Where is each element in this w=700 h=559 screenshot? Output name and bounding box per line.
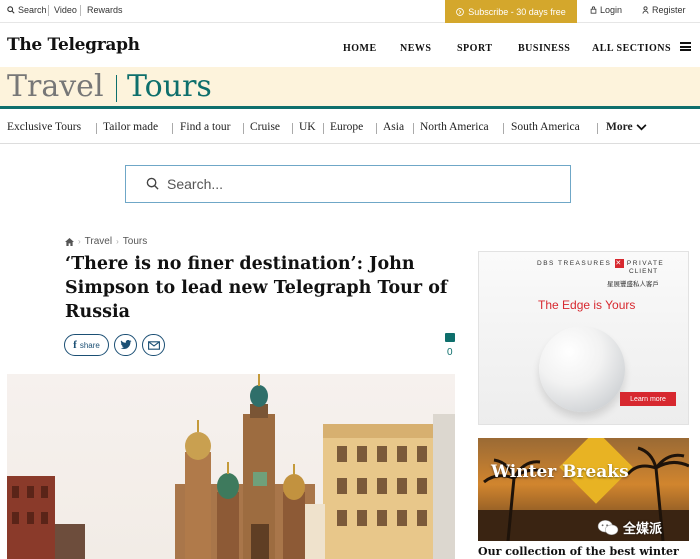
facebook-share-button[interactable]: f share: [64, 334, 109, 356]
crystal-ball-image: [539, 326, 625, 412]
dbs-advert[interactable]: DBS TREASURES ✕ PRIVATE CLIENT 星展豐盛私人客戶 …: [478, 251, 689, 425]
dbs-x-icon: ✕: [614, 259, 624, 268]
st-petersburg-cathedral-image: [7, 374, 455, 559]
divider: [243, 123, 244, 134]
nav-home[interactable]: HOME: [343, 43, 377, 54]
search-icon: [146, 177, 159, 190]
divider: [503, 123, 504, 134]
subnav-uk[interactable]: UK: [299, 121, 316, 133]
divider: [96, 123, 97, 134]
section-travel[interactable]: Travel: [7, 69, 104, 104]
breadcrumb: › Travel › Tours: [65, 236, 147, 247]
subnav-south-america[interactable]: South America: [511, 121, 580, 133]
telegraph-logo[interactable]: The Telegraph: [7, 35, 140, 55]
wechat-icon: [597, 519, 619, 535]
breadcrumb-tours[interactable]: Tours: [123, 236, 147, 247]
register-link[interactable]: Register: [642, 5, 686, 15]
subnav-find-a-tour[interactable]: Find a tour: [180, 121, 230, 133]
divider: [323, 123, 324, 134]
search-link[interactable]: Search: [7, 5, 47, 15]
divider: [292, 123, 293, 134]
article-hero-image: [7, 374, 455, 559]
chevron-right-icon: ›: [78, 237, 81, 246]
login-link[interactable]: Login: [590, 5, 622, 15]
search-icon: [7, 6, 15, 14]
home-icon[interactable]: [65, 237, 74, 246]
divider: [413, 123, 414, 134]
chevron-down-icon: [636, 123, 647, 130]
nav-sport[interactable]: SPORT: [457, 43, 493, 54]
nav-news[interactable]: NEWS: [400, 43, 431, 54]
dbs-tagline: The Edge is Yours: [538, 298, 636, 312]
user-icon: [642, 6, 649, 14]
learn-more-button[interactable]: Learn more: [620, 392, 676, 406]
winter-collection-link[interactable]: Our collection of the best winter: [478, 545, 679, 558]
twitter-share-button[interactable]: [114, 334, 137, 356]
subnav-north-america[interactable]: North America: [420, 121, 489, 133]
breadcrumb-travel[interactable]: Travel: [85, 236, 112, 247]
winter-breaks-title: Winter Breaks: [491, 462, 629, 482]
subnav-more[interactable]: More: [606, 121, 647, 133]
comment-icon[interactable]: [445, 333, 455, 342]
section-header: Travel Tours: [0, 67, 700, 109]
search-input[interactable]: [167, 172, 557, 196]
subnav-europe[interactable]: Europe: [330, 121, 363, 133]
twitter-icon: [120, 340, 131, 350]
subnav-asia[interactable]: Asia: [383, 121, 404, 133]
divider: [116, 75, 117, 102]
divider: [48, 5, 49, 16]
article-headline: ‘There is no finer destination’: John Si…: [65, 254, 448, 322]
tours-subnav: Exclusive Tours Tailor made Find a tour …: [0, 112, 700, 144]
envelope-icon: [147, 340, 160, 350]
subnav-tailor-made[interactable]: Tailor made: [103, 121, 158, 133]
subscribe-button[interactable]: Subscribe - 30 days free: [445, 0, 577, 23]
rewards-link[interactable]: Rewards: [87, 5, 123, 15]
subnav-exclusive-tours[interactable]: Exclusive Tours: [7, 121, 81, 133]
lock-icon: [590, 6, 597, 14]
divider: [376, 123, 377, 134]
email-share-button[interactable]: [142, 334, 165, 356]
facebook-icon: f: [73, 339, 77, 351]
chevron-right-icon: ›: [116, 237, 119, 246]
section-tours[interactable]: Tours: [127, 69, 212, 104]
hamburger-menu-icon[interactable]: [680, 42, 691, 51]
comment-count[interactable]: 0: [447, 347, 453, 358]
watermark: 全媒派: [597, 518, 662, 537]
subnav-cruise[interactable]: Cruise: [250, 121, 280, 133]
nav-all-sections[interactable]: ALL SECTIONS: [592, 43, 671, 54]
masthead: The Telegraph HOME NEWS SPORT BUSINESS A…: [0, 23, 700, 67]
divider: [80, 5, 81, 16]
dbs-chinese-text: 星展豐盛私人客戶: [607, 281, 659, 288]
dbs-client-text: CLIENT: [629, 268, 659, 275]
nav-business[interactable]: BUSINESS: [518, 43, 570, 54]
divider: [172, 123, 173, 134]
search-box[interactable]: [125, 165, 571, 203]
divider: [597, 123, 598, 134]
dbs-brand-text: DBS TREASURES ✕ PRIVATE: [537, 259, 665, 268]
utility-bar: Search Video Rewards Subscribe - 30 days…: [0, 0, 700, 23]
video-link[interactable]: Video: [54, 5, 77, 15]
arrow-right-icon: [456, 7, 465, 16]
